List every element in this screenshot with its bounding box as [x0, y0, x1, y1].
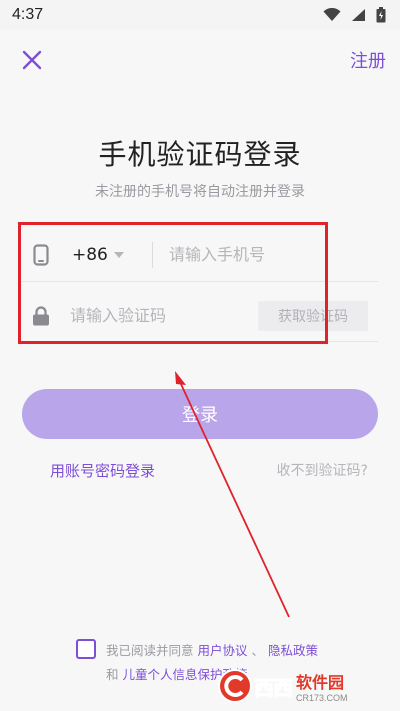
watermark-logo-icon	[218, 669, 252, 703]
privacy-policy-link[interactable]: 隐私政策	[268, 643, 318, 658]
password-login-link[interactable]: 用账号密码登录	[50, 460, 155, 481]
status-bar: 4:37	[0, 0, 400, 30]
status-icons	[323, 7, 386, 23]
lock-icon	[33, 305, 49, 325]
login-button[interactable]: 登录	[22, 389, 378, 439]
battery-icon	[376, 7, 386, 23]
annotation-arrow	[175, 371, 290, 618]
watermark-main-text: 西西	[254, 677, 294, 700]
watermark-right: 软件园 CR173.COM	[296, 669, 348, 703]
nav-bar: 注册	[0, 38, 400, 82]
watermark-sub-text: 软件园	[296, 673, 345, 692]
page-title: 手机验证码登录	[98, 138, 302, 171]
lock-icon-wrap	[22, 305, 60, 326]
agreement-and: 和	[106, 667, 119, 682]
close-button[interactable]	[18, 46, 46, 74]
watermark-url: CR173.COM	[296, 693, 348, 703]
close-icon	[22, 50, 42, 70]
watermark: 西西 软件园 CR173.COM	[218, 666, 394, 706]
phone-input[interactable]	[169, 245, 378, 264]
register-link[interactable]: 注册	[350, 47, 386, 73]
country-code-select[interactable]: +86	[60, 245, 152, 265]
code-input[interactable]	[60, 306, 258, 325]
wifi-icon	[323, 8, 341, 21]
phone-row: +86	[22, 228, 378, 282]
chevron-down-icon	[113, 251, 124, 258]
agreement-line-1: 我已阅读并同意 用户协议 、 隐私政策	[106, 639, 386, 663]
get-code-button[interactable]: 获取验证码	[258, 300, 368, 331]
agreement-separator: 、	[251, 643, 265, 658]
page-subtitle: 未注册的手机号将自动注册并登录	[95, 184, 305, 200]
signal-icon	[352, 9, 365, 21]
status-time: 4:37	[12, 6, 44, 23]
country-code-value: +86	[72, 244, 108, 265]
no-code-link[interactable]: 收不到验证码?	[277, 460, 368, 480]
phone-icon	[33, 243, 49, 266]
agreement-checkbox[interactable]	[76, 639, 96, 659]
agreement-prefix: 我已阅读并同意	[106, 643, 194, 658]
code-row: 获取验证码	[22, 290, 378, 342]
field-divider	[152, 241, 153, 268]
user-agreement-link[interactable]: 用户协议	[198, 643, 248, 658]
phone-icon-wrap	[22, 243, 60, 266]
